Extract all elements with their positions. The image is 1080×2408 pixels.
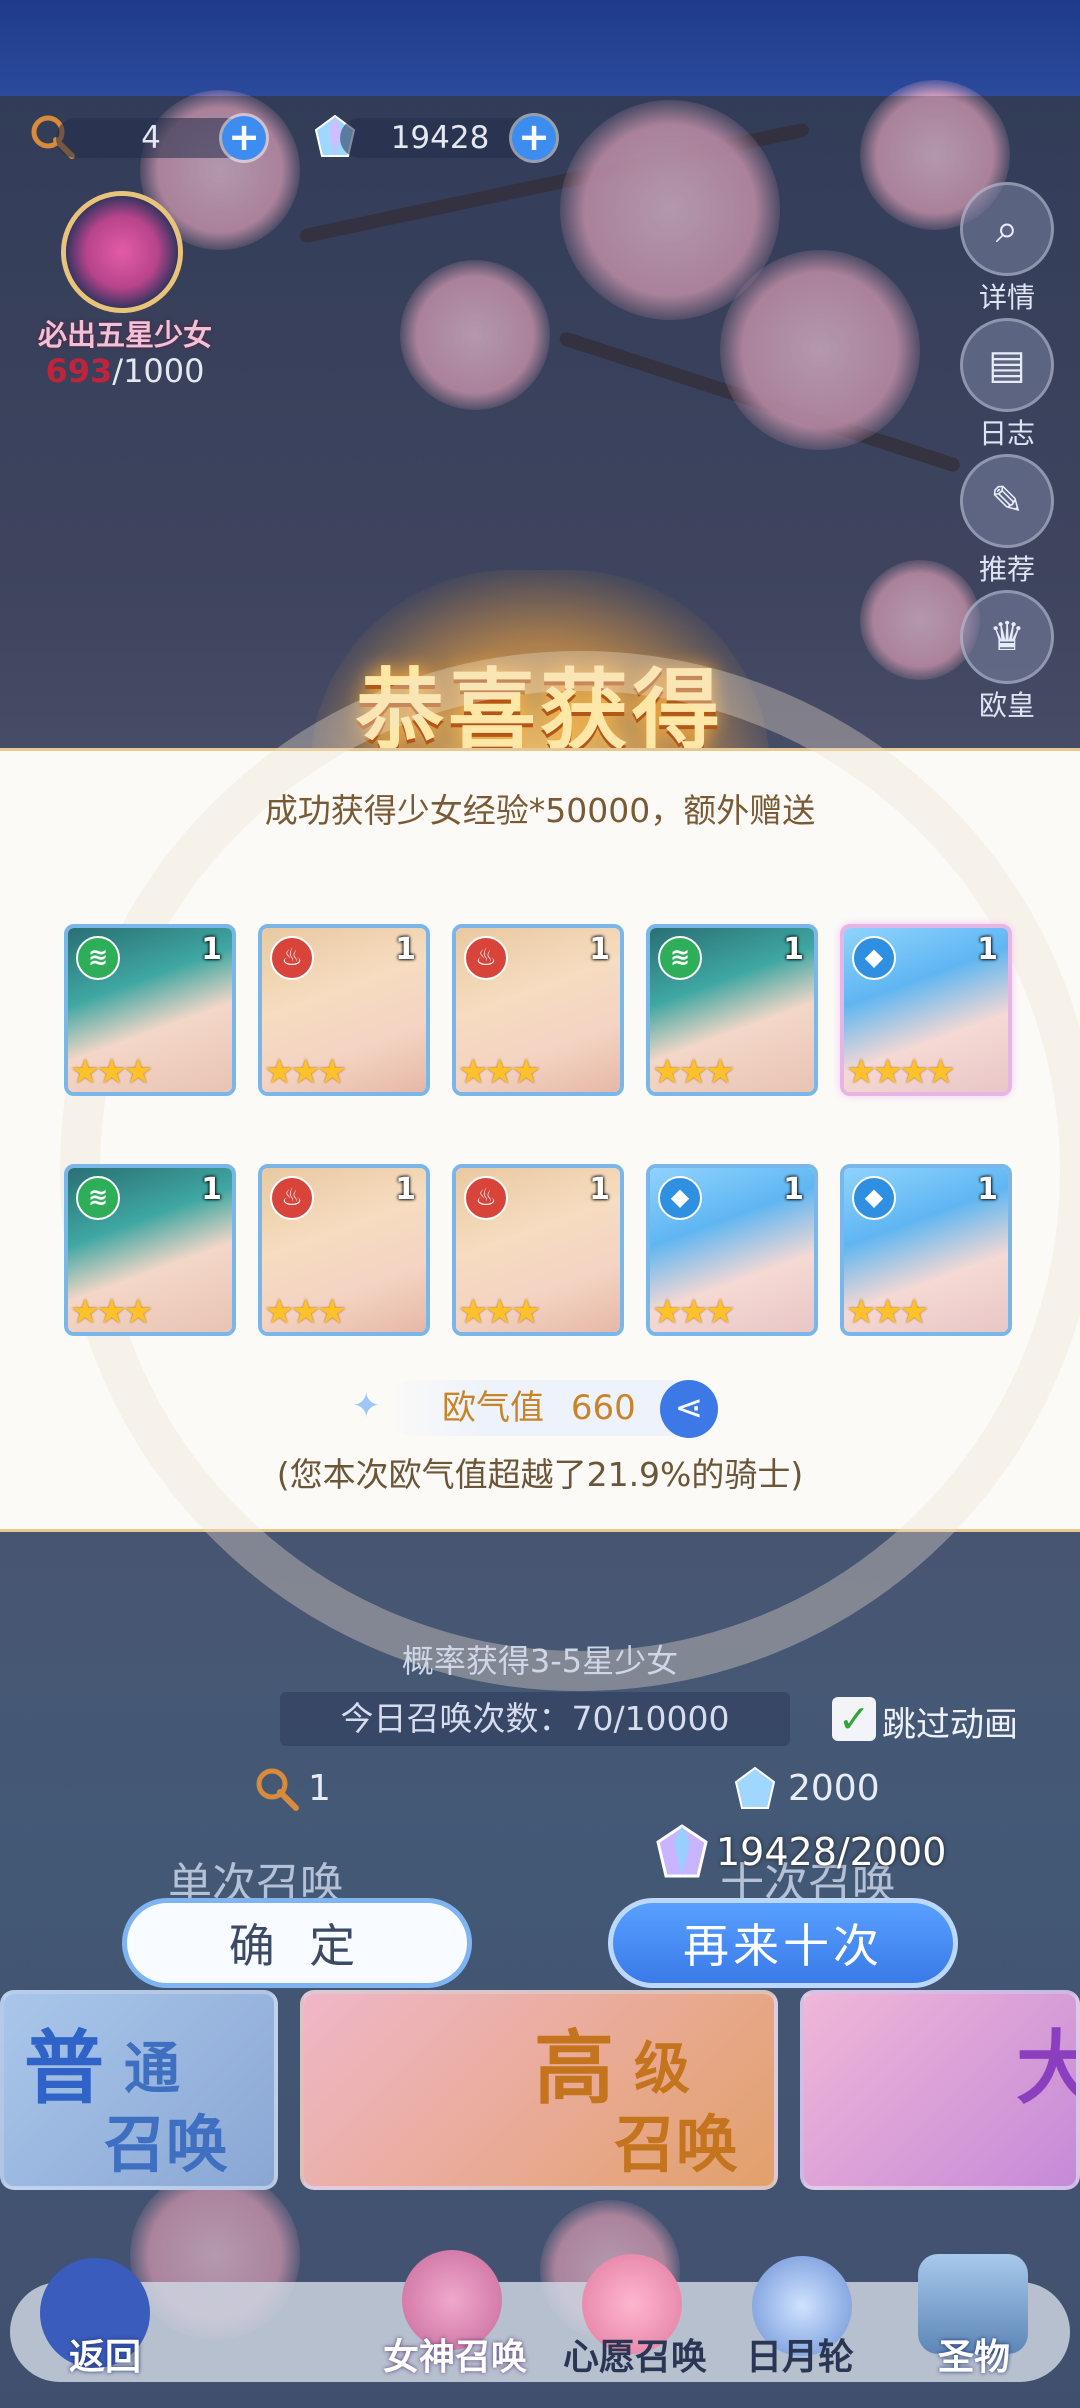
- star-rating: ★★★: [652, 1292, 735, 1332]
- wind-element-icon: ≋: [76, 1176, 120, 1220]
- nav-back[interactable]: 返回: [50, 2328, 160, 2380]
- card-level: 1: [201, 932, 222, 967]
- magnifier-icon: ⌕: [960, 182, 1054, 276]
- add-gem-button[interactable]: +: [512, 116, 556, 160]
- premium-summon-banner[interactable]: 大: [800, 1990, 1080, 2190]
- reward-card[interactable]: ♨ 1 ★★★: [258, 1164, 430, 1336]
- card-level: 1: [783, 1172, 804, 1207]
- star-rating: ★★★: [264, 1052, 347, 1092]
- water-element-icon: ◆: [658, 1176, 702, 1220]
- water-element-icon: ◆: [852, 1176, 896, 1220]
- nav-wish-summon[interactable]: 心愿召唤: [550, 2328, 720, 2380]
- book-icon: ▤: [960, 318, 1054, 412]
- summon-ticket-icon: [256, 1768, 299, 1811]
- advanced-summon-banner[interactable]: 高 级 召唤: [300, 1990, 778, 2190]
- single-summon-cost: 1: [308, 1768, 331, 1809]
- star-rating: ★★★: [846, 1292, 929, 1332]
- wind-element-icon: ≋: [76, 936, 120, 980]
- feather-icon: ✎: [960, 454, 1054, 548]
- reward-card[interactable]: ◆ 1 ★★★: [840, 1164, 1012, 1336]
- side-item-log[interactable]: ▤ 日志: [954, 318, 1060, 452]
- ticket-count: 4: [56, 118, 246, 158]
- reward-card[interactable]: ≋ 1 ★★★: [646, 924, 818, 1096]
- reward-card[interactable]: ♨ 1 ★★★: [452, 924, 624, 1096]
- skip-animation-label: 跳过动画: [882, 1705, 1018, 1745]
- star-rating: ★★★: [70, 1292, 153, 1332]
- card-level: 1: [589, 1172, 610, 1207]
- gem-icon: [656, 1824, 708, 1878]
- card-level: 1: [201, 1172, 222, 1207]
- card-level: 1: [783, 932, 804, 967]
- gem-icon: [734, 1766, 776, 1809]
- add-ticket-button[interactable]: +: [222, 116, 266, 160]
- nav-relic[interactable]: 圣物: [904, 2328, 1044, 2380]
- probability-text: 概率获得3-5星少女: [401, 1642, 679, 1680]
- wind-element-icon: ≋: [658, 936, 702, 980]
- star-rating: ★★★: [458, 1052, 541, 1092]
- fire-element-icon: ♨: [270, 936, 314, 980]
- luck-value-pill: 欧气值 660: [386, 1380, 696, 1436]
- today-summon-count: 今日召唤次数：70/10000: [280, 1692, 790, 1746]
- reward-card[interactable]: ≋ 1 ★★★: [64, 1164, 236, 1336]
- heart-emblem-icon[interactable]: [66, 196, 178, 308]
- reward-card[interactable]: ♨ 1 ★★★: [258, 924, 430, 1096]
- water-element-icon: ◆: [852, 936, 896, 980]
- gem-count: 19428: [340, 118, 540, 158]
- reward-card[interactable]: ≋ 1 ★★★: [64, 924, 236, 1096]
- gem-progress: 19428/2000: [716, 1830, 947, 1874]
- nav-goddess-summon[interactable]: 女神召唤: [370, 2328, 540, 2380]
- side-item-recommend[interactable]: ✎ 推荐: [954, 454, 1060, 588]
- side-item-details[interactable]: ⌕ 详情: [954, 182, 1060, 316]
- sparkle-icon: ✦: [352, 1386, 381, 1426]
- fire-element-icon: ♨: [270, 1176, 314, 1220]
- ten-summon-cost: 2000: [788, 1768, 880, 1809]
- card-level: 1: [977, 1172, 998, 1207]
- reward-card[interactable]: ◆ 1 ★★★: [646, 1164, 818, 1336]
- guarantee-title: 必出五星少女: [37, 318, 212, 352]
- skip-animation-checkbox[interactable]: ✓: [832, 1697, 876, 1741]
- confirm-button[interactable]: 确 定: [122, 1898, 472, 1988]
- guarantee-progress: 693/1000: [45, 352, 205, 390]
- nav-sun-moon-wheel[interactable]: 日月轮: [730, 2328, 870, 2380]
- reward-message: 成功获得少女经验*50000，额外赠送: [264, 791, 816, 830]
- card-level: 1: [589, 932, 610, 967]
- card-level: 1: [395, 932, 416, 967]
- summon-again-button[interactable]: 再来十次: [608, 1898, 958, 1988]
- star-rating: ★★★★: [846, 1052, 956, 1092]
- fire-element-icon: ♨: [464, 1176, 508, 1220]
- card-level: 1: [395, 1172, 416, 1207]
- star-rating: ★★★: [70, 1052, 153, 1092]
- fire-element-icon: ♨: [464, 936, 508, 980]
- share-icon[interactable]: ⋖: [660, 1380, 718, 1438]
- reward-card[interactable]: ♨ 1 ★★★: [452, 1164, 624, 1336]
- card-level: 1: [977, 932, 998, 967]
- reward-card[interactable]: ◆ 1 ★★★★: [840, 924, 1012, 1096]
- luck-percentile: (您本次欧气值超越了21.9%的骑士): [276, 1455, 804, 1494]
- star-rating: ★★★: [458, 1292, 541, 1332]
- star-rating: ★★★: [264, 1292, 347, 1332]
- star-rating: ★★★: [652, 1052, 735, 1092]
- normal-summon-banner[interactable]: 普 通 召唤: [0, 1990, 278, 2190]
